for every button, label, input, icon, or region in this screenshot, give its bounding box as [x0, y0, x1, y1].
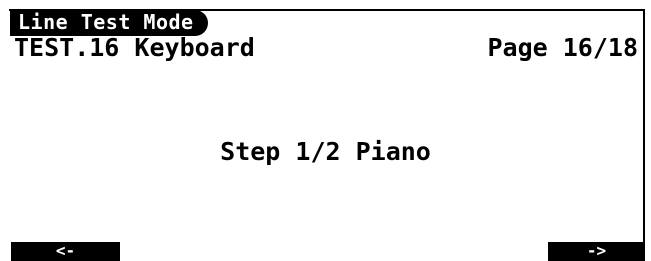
test-title: TEST.16 Keyboard	[14, 33, 255, 62]
step-label: Step 1/2 Piano	[220, 137, 431, 166]
lcd-screen: Line Test Mode TEST.16 Keyboard Page 16/…	[0, 0, 651, 261]
frame-right-border	[643, 9, 645, 261]
page-indicator: Page 16/18	[487, 33, 638, 62]
next-button[interactable]: ->	[548, 242, 645, 261]
previous-button[interactable]: <-	[11, 242, 120, 261]
